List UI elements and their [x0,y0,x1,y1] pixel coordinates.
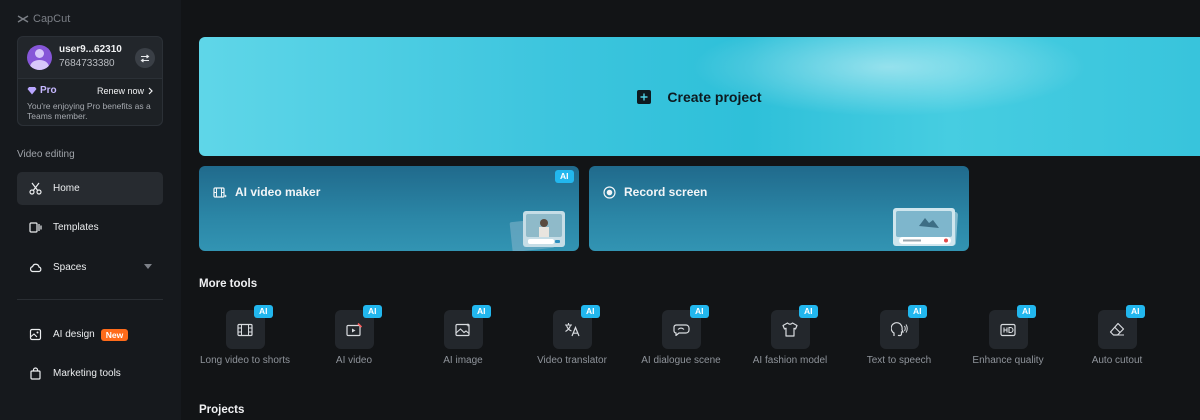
sidebar: CapCut user9...62310 7684733380 Pro Rene… [0,0,181,420]
tool-label: Video translator [537,355,607,366]
speech-icon [890,322,908,337]
renew-now-link[interactable]: Renew now [97,86,153,96]
pro-description: You're enjoying Pro benefits as a Teams … [27,101,151,121]
sidebar-item-ai-design[interactable]: AI design New [17,318,163,351]
account-panel: user9...62310 7684733380 Pro Renew now Y… [17,36,163,126]
ai-video-thumbnail [509,211,565,251]
film-sparkle-icon [213,186,227,198]
ai-badge: AI [1017,305,1036,318]
tool-auto-cutout[interactable]: AI Auto cutout [1067,305,1167,367]
eraser-icon [1109,322,1125,336]
section-label-video-editing: Video editing [17,149,75,160]
tool-label: Long video to shorts [199,355,291,366]
tool-label: AI dialogue scene [641,355,721,366]
bag-icon [30,367,41,380]
ai-badge: AI [1126,305,1145,318]
tool-ai-fashion-model[interactable]: AI AI fashion model [740,305,840,367]
ai-badge: AI [555,170,574,183]
sidebar-item-label: Home [53,183,80,194]
ai-badge: AI [690,305,709,318]
ai-video-maker-card[interactable]: AI video maker AI [199,166,579,251]
new-badge: New [100,328,129,341]
sidebar-item-label: AI design [53,329,95,340]
ai-design-icon [29,328,42,341]
tool-icon-box: AI [443,305,491,349]
sidebar-item-marketing-tools[interactable]: Marketing tools [17,357,163,390]
tool-enhance-quality[interactable]: AI Enhance quality [958,305,1058,367]
ai-badge: AI [908,305,927,318]
swap-icon [140,54,150,62]
templates-icon [29,222,42,233]
record-screen-card[interactable]: Record screen [589,166,969,251]
sidebar-item-label: Marketing tools [53,368,121,379]
tool-label: AI fashion model [752,355,828,366]
ai-badge: AI [254,305,273,318]
chevron-down-icon[interactable] [144,264,152,269]
sidebar-item-templates[interactable]: Templates [17,211,163,244]
create-project-label: Create project [667,88,762,105]
shirt-icon [782,322,798,337]
card-title: Record screen [603,185,707,199]
ai-badge: AI [581,305,600,318]
sidebar-item-label: Spaces [53,262,87,273]
pro-info: Pro Renew now You're enjoying Pro benefi… [18,78,162,125]
tool-label: Text to speech [866,355,932,366]
diamond-icon [27,87,37,95]
tool-video-translator[interactable]: AI Video translator [522,305,622,367]
pro-badge: Pro [27,85,57,96]
tool-icon-box: AI [661,305,709,349]
create-project-button[interactable]: Create project [199,37,1200,156]
sidebar-item-spaces[interactable]: Spaces [17,251,163,284]
tool-ai-dialogue-scene[interactable]: AI AI dialogue scene [631,305,731,367]
user-id: 7684733380 [59,58,115,69]
long-video-icon [237,323,253,336]
tool-icon-box: AI [1097,305,1145,349]
tool-icon-box: AI [552,305,600,349]
switch-account-button[interactable] [135,48,155,68]
avatar[interactable] [27,45,52,70]
tool-long-video-to-shorts[interactable]: AI Long video to shorts [195,305,295,367]
ai-badge: AI [799,305,818,318]
capcut-logo-icon [17,15,29,23]
tool-label: Enhance quality [972,355,1044,366]
tool-icon-box: AI [988,305,1036,349]
sidebar-item-label: Templates [53,222,99,233]
hd-icon [1000,323,1016,336]
cloud-icon [29,263,42,273]
record-icon [603,185,616,199]
chevron-right-icon [148,87,153,95]
projects-title: Projects [199,404,245,416]
tool-icon-box: AI [334,305,382,349]
tool-icon-box: AI [225,305,273,349]
app-logo: CapCut [17,13,70,25]
app-window: CapCut user9...62310 7684733380 Pro Rene… [0,0,1200,420]
plus-icon [637,89,652,104]
tool-label: AI image [443,355,483,366]
app-name: CapCut [33,13,71,25]
translate-icon [565,323,580,337]
ai-video-icon [346,322,362,336]
tool-icon-box: AI [879,305,927,349]
sidebar-item-home[interactable]: Home [17,172,163,205]
record-screen-thumbnail [893,208,958,246]
tool-icon-box: AI [770,305,818,349]
more-tools-title: More tools [199,278,258,290]
tool-label: Auto cutout [1091,355,1143,366]
card-title: AI video maker [213,185,320,199]
username: user9...62310 [59,44,122,55]
dialogue-icon [672,324,690,336]
scissors-icon [29,182,42,195]
image-icon [455,322,470,336]
ai-badge: AI [363,305,382,318]
tool-text-to-speech[interactable]: AI Text to speech [849,305,949,367]
ai-badge: AI [472,305,491,318]
tool-ai-video[interactable]: AI AI video [304,305,404,367]
sidebar-divider [17,299,163,300]
tool-label: AI video [335,355,373,366]
tool-ai-image[interactable]: AI AI image [413,305,513,367]
